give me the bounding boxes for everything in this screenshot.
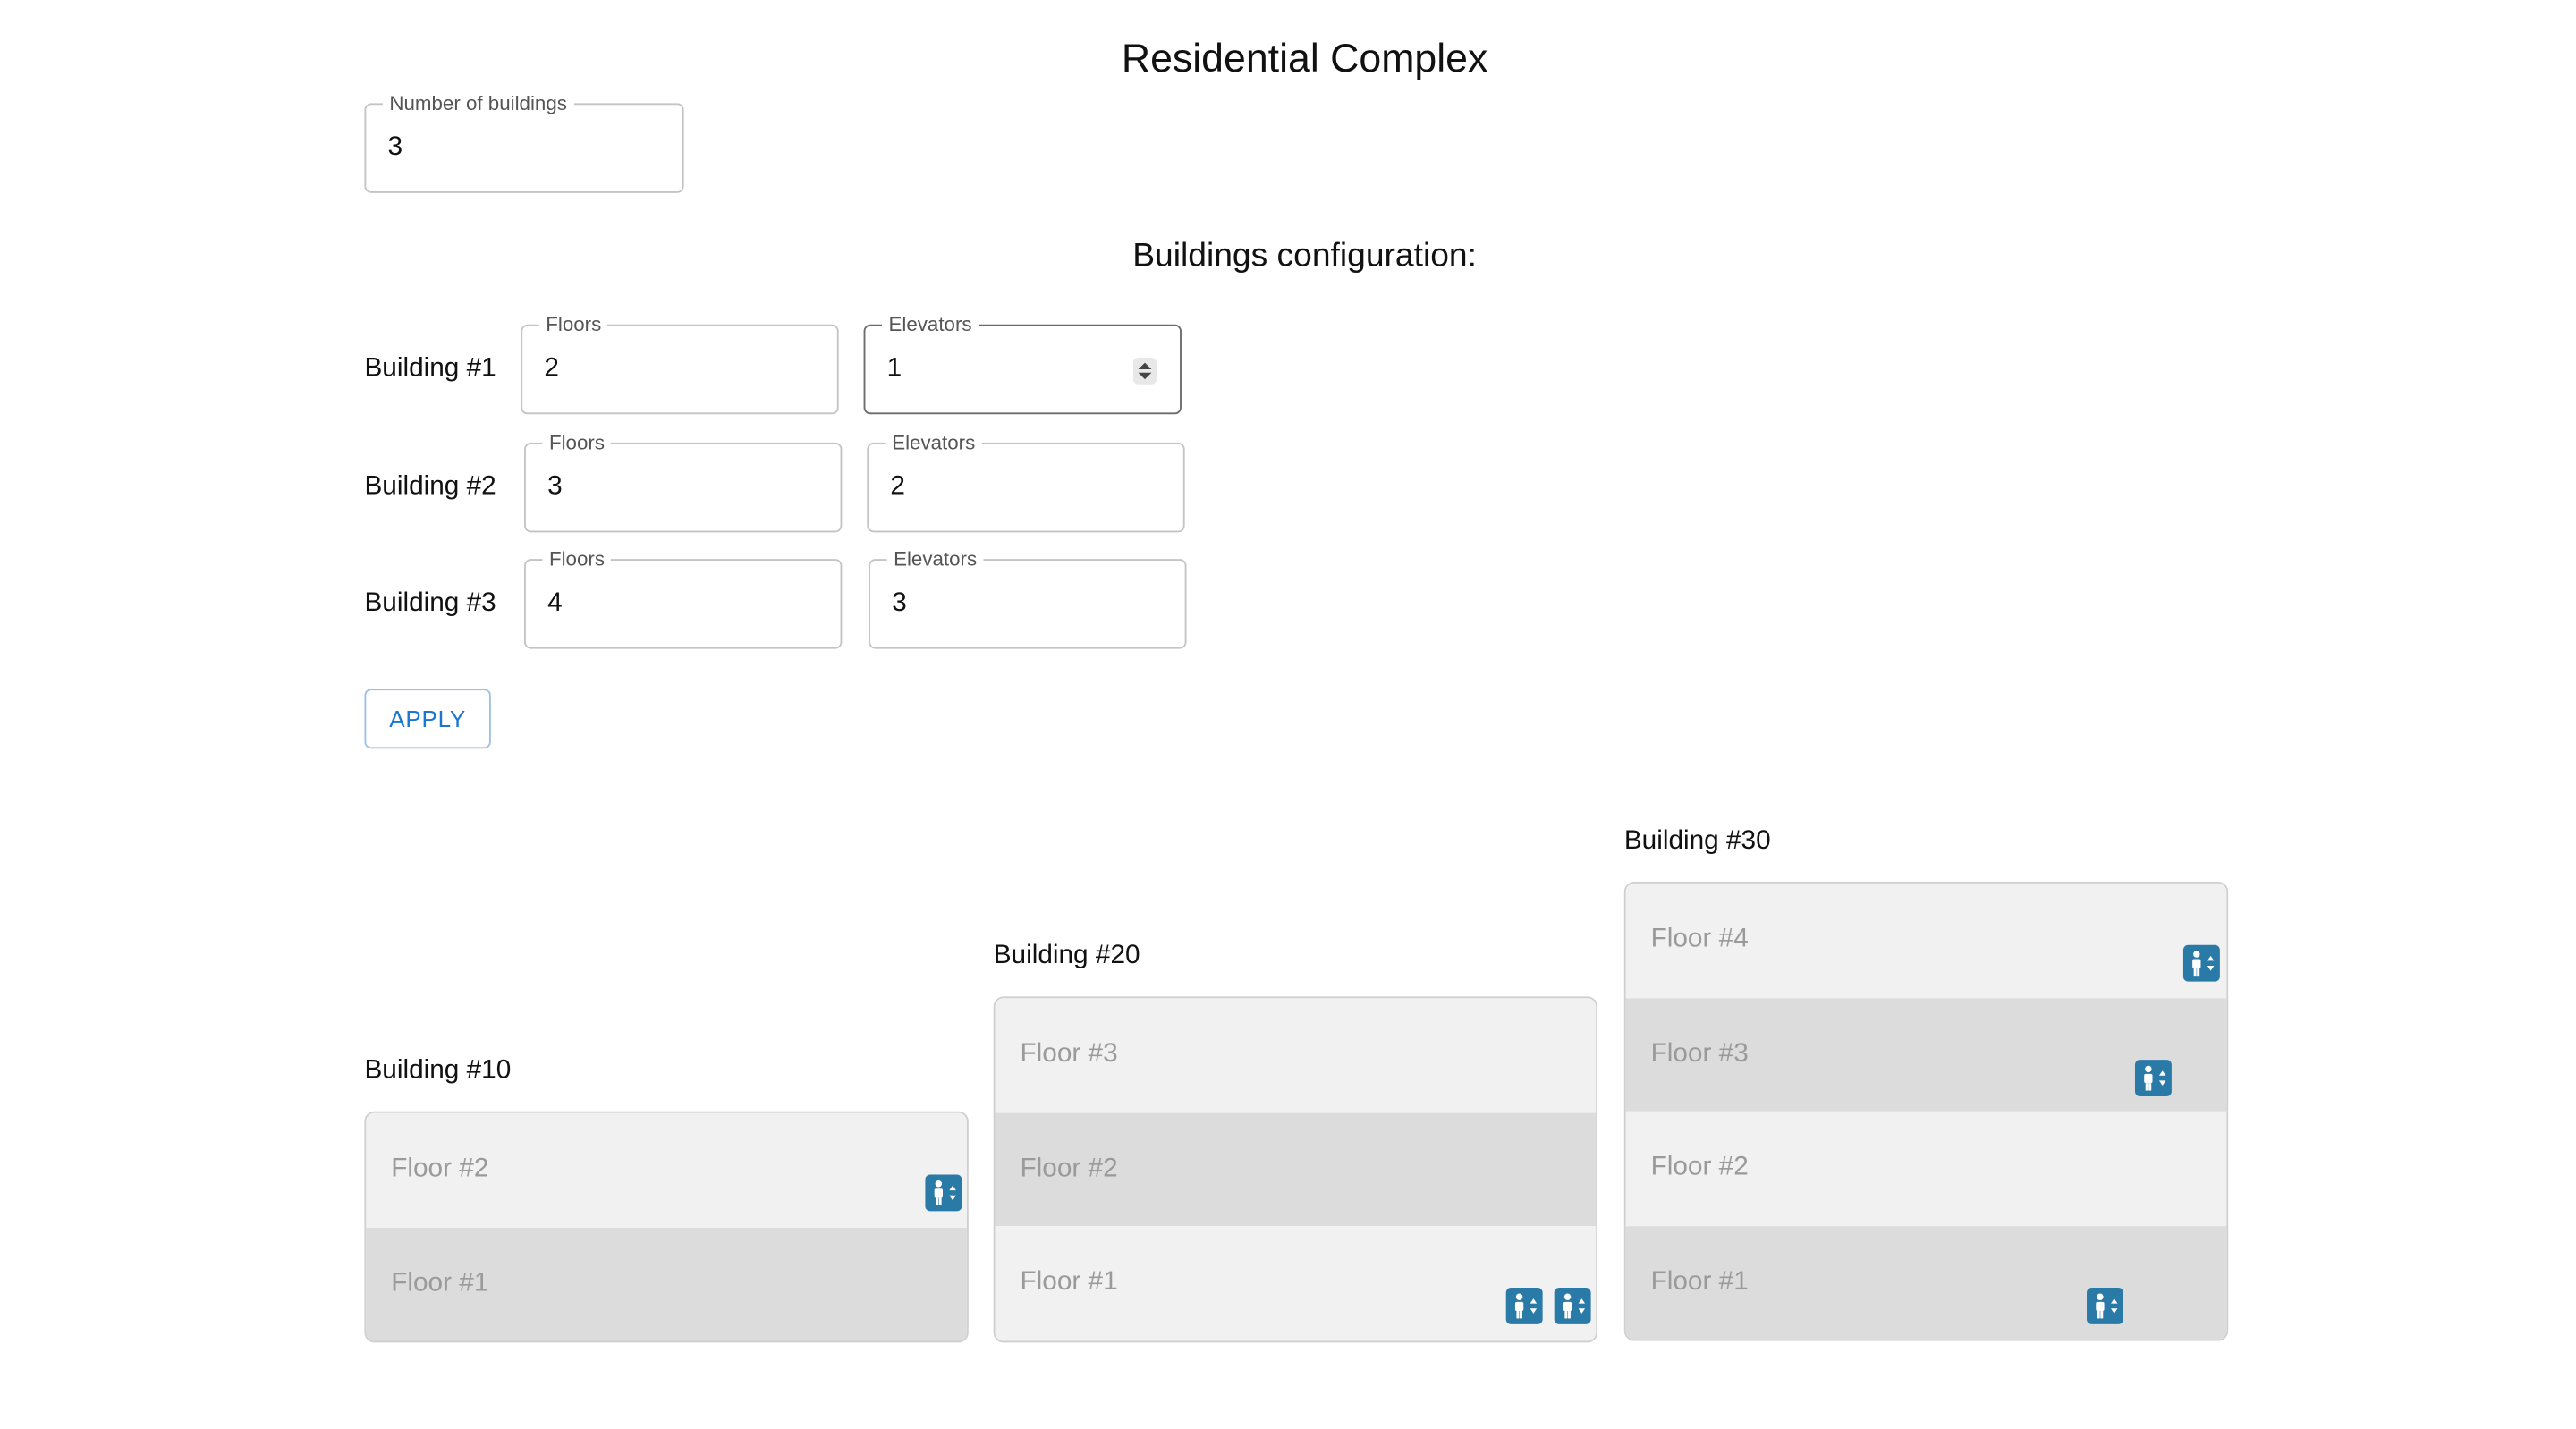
elevators-field[interactable]: Elevators 1 [863, 312, 1182, 415]
config-row-label: Building #3 [364, 588, 496, 618]
config-row-label: Building #2 [364, 472, 496, 501]
page-title: Residential Complex [1121, 36, 1488, 82]
floors-field[interactable]: Floors 2 [521, 312, 839, 415]
floor-row: Floor #4 [1625, 883, 2227, 998]
field-value[interactable]: 4 [547, 589, 563, 619]
field-label: Floors [538, 312, 608, 336]
floor-label: Floor #3 [1650, 1038, 1749, 1068]
floor-label: Floor #1 [1650, 1266, 1749, 1296]
building-30: Floor #4 Floor #3 Floor #2 Floor #1 [1623, 882, 2229, 1341]
building-name: Building #10 [364, 1056, 512, 1086]
floor-row: Floor #3 [995, 998, 1597, 1112]
elevator-icon [2182, 944, 2220, 982]
elevators-field[interactable]: Elevators 2 [867, 430, 1185, 533]
field-value[interactable]: 3 [547, 472, 563, 502]
floor-label: Floor #3 [1020, 1039, 1118, 1069]
field-value[interactable]: 2 [890, 472, 905, 502]
field-value[interactable]: 3 [387, 133, 402, 163]
floors-field[interactable]: Floors 4 [524, 547, 843, 649]
field-label: Elevators [882, 312, 979, 336]
elevators-field[interactable]: Elevators 3 [869, 547, 1187, 649]
field-label: Floors [542, 430, 612, 454]
elevator-icon [1505, 1288, 1543, 1324]
building-name: Building #20 [993, 942, 1140, 970]
config-title: Buildings configuration: [1132, 238, 1477, 275]
elevator-icon [2087, 1288, 2123, 1324]
floor-row: Floor #1 [366, 1227, 967, 1341]
page: Residential Complex Number of buildings … [0, 0, 2576, 1429]
number-stepper[interactable] [1132, 358, 1157, 385]
field-value[interactable]: 2 [544, 354, 559, 384]
floor-label: Floor #2 [1020, 1154, 1118, 1182]
floor-label: Floor #4 [1650, 925, 1749, 954]
building-name: Building #30 [1623, 826, 1771, 856]
floor-row: Floor #1 [1625, 1225, 2227, 1340]
field-value[interactable]: 3 [892, 589, 907, 619]
number-of-buildings-field[interactable]: Number of buildings 3 [364, 91, 684, 193]
elevator-icon [2134, 1060, 2172, 1097]
config-row-label: Building #1 [364, 354, 496, 383]
apply-button[interactable]: APPLY [364, 689, 491, 749]
field-label: Floors [542, 547, 612, 571]
floor-row: Floor #2 [995, 1112, 1597, 1227]
floor-row: Floor #2 [1625, 1111, 2227, 1226]
floor-label: Floor #1 [1020, 1267, 1118, 1297]
floor-label: Floor #1 [391, 1268, 489, 1298]
floors-field[interactable]: Floors 3 [524, 430, 843, 533]
building-10: Floor #2 Floor #1 [364, 1111, 969, 1343]
field-label: Elevators [886, 547, 984, 571]
elevator-icon [925, 1174, 962, 1212]
floor-row: Floor #2 [366, 1112, 967, 1228]
field-label: Number of buildings [382, 91, 574, 115]
field-label: Elevators [885, 430, 982, 454]
elevator-icon [1554, 1288, 1591, 1324]
floor-label: Floor #2 [1650, 1153, 1749, 1181]
field-value[interactable]: 1 [887, 354, 902, 384]
floor-label: Floor #2 [391, 1154, 489, 1183]
